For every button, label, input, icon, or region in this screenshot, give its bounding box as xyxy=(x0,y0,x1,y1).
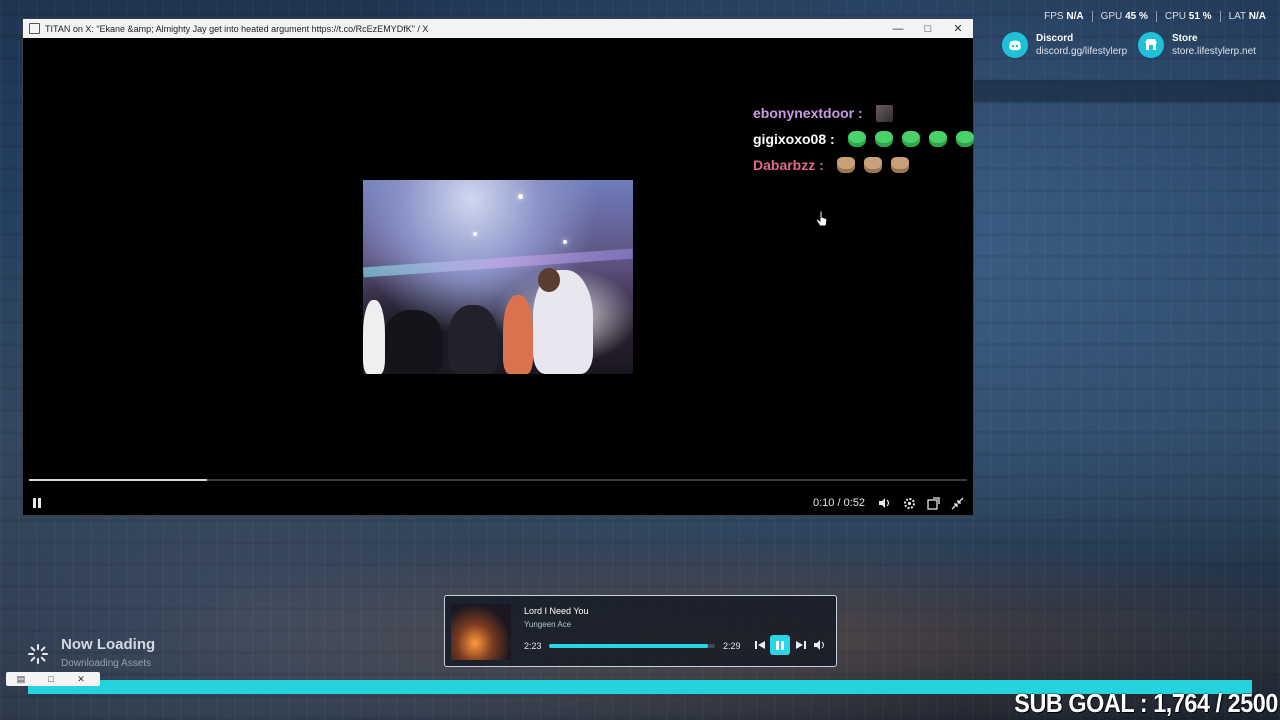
track-elapsed: 2:23 xyxy=(524,641,542,651)
restore-icon[interactable]: ▤ xyxy=(6,674,36,685)
pause-icon[interactable] xyxy=(770,635,790,655)
emote-icon xyxy=(863,157,882,173)
video-progress-fill xyxy=(29,479,208,481)
video-scene xyxy=(503,295,533,374)
emote-icon xyxy=(928,131,947,147)
volume-icon[interactable] xyxy=(812,637,828,653)
window-title: TITAN on X: "Ekane &amp; Almighty Jay ge… xyxy=(45,23,429,34)
emote-icon xyxy=(955,131,974,147)
track-title: Lord I Need You xyxy=(524,606,589,616)
track-artist: Yungeen Ace xyxy=(524,620,572,629)
video-scene xyxy=(448,305,498,374)
divider xyxy=(1219,11,1221,22)
album-art xyxy=(451,604,511,660)
window-titlebar[interactable]: TITAN on X: "Ekane &amp; Almighty Jay ge… xyxy=(23,19,973,38)
chat-username: ebonynextdoor : xyxy=(753,105,863,121)
minimize-icon[interactable]: — xyxy=(883,19,913,38)
discord-card[interactable]: Discord discord.gg/lifestylerp xyxy=(1002,32,1127,58)
store-icon xyxy=(1138,32,1164,58)
close-icon[interactable]: ✕ xyxy=(943,19,973,38)
discord-icon xyxy=(1002,32,1028,58)
video-frame[interactable] xyxy=(363,180,633,374)
popout-icon[interactable] xyxy=(921,491,945,515)
exit-fullscreen-icon[interactable] xyxy=(945,491,969,515)
previous-icon[interactable] xyxy=(752,637,768,653)
cpu-label: CPU xyxy=(1164,11,1186,22)
emote-icon xyxy=(847,131,866,147)
lat-label: LAT xyxy=(1228,11,1246,22)
video-progress-bar[interactable] xyxy=(29,479,967,481)
chat-message: ebonynextdoor : xyxy=(753,100,974,126)
video-player-window[interactable]: TITAN on X: "Ekane &amp; Almighty Jay ge… xyxy=(22,18,974,516)
store-card[interactable]: Store store.lifestylerp.net xyxy=(1138,32,1256,58)
fps-label: FPS xyxy=(1044,11,1064,22)
maximize-icon[interactable]: □ xyxy=(36,674,66,684)
maximize-icon[interactable]: □ xyxy=(913,19,943,38)
track-progress-fill xyxy=(549,644,709,648)
video-scene xyxy=(538,268,560,292)
divider xyxy=(1155,11,1157,22)
chat-overlay: ebonynextdoor : gigixoxo08 : Dabarbzz : xyxy=(753,100,974,178)
video-scene xyxy=(363,300,385,374)
chat-username: Dabarbzz : xyxy=(753,157,824,173)
app-icon xyxy=(29,23,40,34)
store-title: Store xyxy=(1172,33,1198,44)
gpu-label: GPU xyxy=(1100,11,1123,22)
divider xyxy=(1091,11,1093,22)
emote-icon xyxy=(901,131,920,147)
track-duration: 2:29 xyxy=(723,641,741,651)
gpu-value: 45 % xyxy=(1125,11,1148,22)
video-scene xyxy=(518,194,523,199)
pause-icon[interactable] xyxy=(25,491,49,515)
emote-icon xyxy=(875,104,893,122)
video-scene xyxy=(563,240,567,244)
volume-icon[interactable] xyxy=(873,491,897,515)
settings-icon[interactable] xyxy=(897,491,921,515)
video-scene xyxy=(383,310,443,374)
lat-value: N/A xyxy=(1248,11,1266,22)
video-time: 0:10 / 0:52 xyxy=(813,497,865,509)
performance-stats: FPS N/A GPU 45 % CPU 51 % LAT N/A xyxy=(1044,11,1266,22)
player-controls: 0:10 / 0:52 xyxy=(23,490,973,516)
cpu-value: 51 % xyxy=(1188,11,1212,22)
emote-icon xyxy=(874,131,893,147)
track-progress-bar[interactable] xyxy=(549,644,715,648)
hud-strip xyxy=(972,80,1280,102)
chat-message: Dabarbzz : xyxy=(753,152,974,178)
video-scene xyxy=(473,232,477,236)
store-link: store.lifestylerp.net xyxy=(1172,46,1256,57)
chat-username: gigixoxo08 : xyxy=(753,131,835,147)
discord-link: discord.gg/lifestylerp xyxy=(1036,46,1128,57)
close-icon[interactable]: ✕ xyxy=(66,674,96,685)
video-area[interactable]: ebonynextdoor : gigixoxo08 : Dabarbzz : xyxy=(23,38,974,516)
next-icon[interactable] xyxy=(793,637,809,653)
mouse-cursor-icon xyxy=(816,210,828,227)
music-player-widget[interactable]: Lord I Need You Yungeen Ace 2:23 2:29 xyxy=(444,595,837,667)
spinner-icon xyxy=(28,644,48,664)
emote-icon xyxy=(836,157,855,173)
loading-subtitle: Downloading Assets xyxy=(61,658,152,669)
mini-window-controls[interactable]: ▤ □ ✕ xyxy=(6,672,100,686)
chat-message: gigixoxo08 : xyxy=(753,126,974,152)
video-scene xyxy=(363,248,633,278)
loading-title: Now Loading xyxy=(61,636,156,653)
sub-goal-text: SUB GOAL : 1,764 / 2500 xyxy=(1014,688,1278,718)
discord-title: Discord xyxy=(1036,33,1074,44)
emote-icon xyxy=(890,157,909,173)
fps-value: N/A xyxy=(1066,11,1084,22)
